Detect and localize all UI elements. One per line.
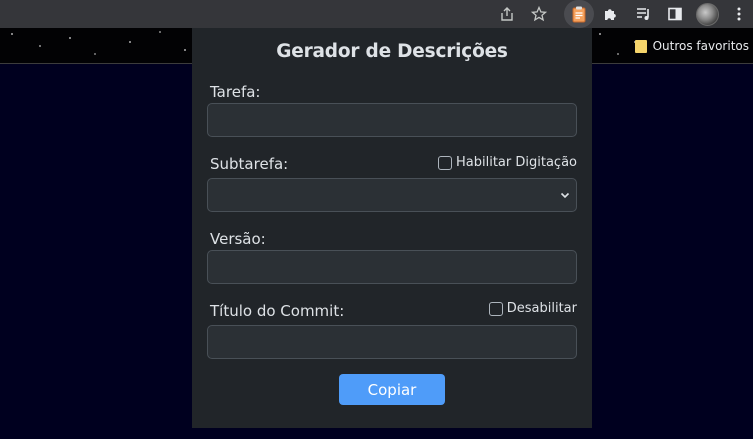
subtarefa-select[interactable]: [207, 178, 577, 212]
clipboard-extension-icon[interactable]: [567, 2, 591, 26]
side-panel-icon[interactable]: [663, 2, 687, 26]
folder-icon: [634, 39, 647, 53]
kebab-menu-icon[interactable]: [727, 2, 751, 26]
desabilitar-label: Desabilitar: [506, 301, 577, 316]
desabilitar-checkbox[interactable]: [488, 301, 503, 316]
avatar-image: [695, 2, 719, 26]
tarefa-label: Tarefa:: [210, 83, 261, 101]
habilitar-digitacao-toggle[interactable]: Habilitar Digitação: [438, 155, 577, 170]
browser-toolbar: [0, 0, 753, 28]
versao-label: Versão:: [210, 230, 266, 248]
tarefa-input[interactable]: [207, 103, 577, 137]
subtarefa-label: Subtarefa:: [210, 155, 289, 173]
titulo-commit-label: Título do Commit:: [210, 302, 345, 320]
media-queue-icon[interactable]: [631, 2, 655, 26]
habilitar-digitacao-label: Habilitar Digitação: [456, 155, 577, 170]
desabilitar-toggle[interactable]: Desabilitar: [488, 301, 577, 316]
copy-button[interactable]: Copiar: [339, 374, 445, 405]
habilitar-digitacao-checkbox[interactable]: [438, 155, 452, 170]
chevron-down-icon: [560, 192, 570, 199]
versao-input[interactable]: [207, 250, 577, 284]
bookmark-folder-label: Outros favoritos: [652, 39, 749, 53]
extension-popup: Gerador de Descrições Tarefa: Subtarefa:…: [192, 28, 592, 428]
profile-avatar[interactable]: [695, 2, 719, 26]
titulo-commit-input[interactable]: [207, 325, 577, 359]
bookmark-folder-other[interactable]: Outros favoritos: [634, 37, 749, 55]
browser-window: Outros favoritos Gerador de Descrições T…: [0, 0, 753, 439]
popup-title: Gerador de Descrições: [276, 41, 508, 62]
share-icon[interactable]: [495, 2, 519, 26]
puzzle-icon[interactable]: [599, 2, 623, 26]
star-icon[interactable]: [527, 2, 551, 26]
